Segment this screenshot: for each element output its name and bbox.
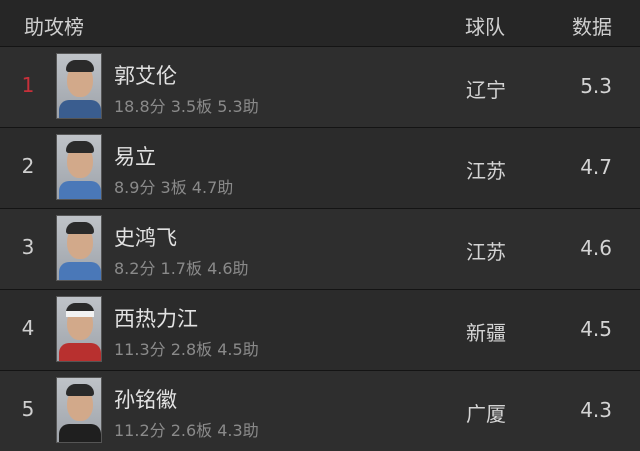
player-avatar [56, 296, 102, 362]
player-name: 郭艾伦 [114, 64, 177, 88]
rank-number: 2 [21, 154, 35, 178]
player-stats: 8.9分 3板 4.7助 [114, 178, 234, 197]
hair-shape [66, 222, 94, 234]
player-stats: 18.8分 3.5板 5.3助 [114, 97, 259, 116]
player-team: 广厦 [466, 402, 506, 426]
player-row-3[interactable]: 3 史鸿飞 8.2分 1.7板 4.6助 江苏 4.6 [0, 208, 640, 289]
player-row-4[interactable]: 4 西热力江 11.3分 2.8板 4.5助 新疆 4.5 [0, 289, 640, 370]
player-row-5[interactable]: 5 孙铭徽 11.2分 2.6板 4.3助 广厦 4.3 [0, 370, 640, 451]
jersey-shape [59, 343, 101, 361]
player-avatar [56, 377, 102, 443]
hair-shape [66, 384, 94, 396]
player-stats: 8.2分 1.7板 4.6助 [114, 259, 249, 278]
player-name: 史鸿飞 [114, 226, 177, 250]
jersey-shape [59, 181, 101, 199]
rank-number: 4 [21, 316, 35, 340]
player-row-2[interactable]: 2 易立 8.9分 3板 4.7助 江苏 4.7 [0, 127, 640, 208]
hair-shape [66, 60, 94, 72]
jersey-shape [59, 262, 101, 280]
rank-number: 1 [21, 73, 35, 97]
assist-value: 4.5 [580, 317, 612, 341]
player-team: 新疆 [466, 321, 506, 345]
leaderboard-title: 助攻榜 [24, 15, 84, 39]
assist-value: 4.3 [580, 398, 612, 422]
player-team: 江苏 [466, 159, 506, 183]
player-avatar [56, 215, 102, 281]
rank-number: 5 [21, 397, 35, 421]
assist-leaderboard: 助攻榜 球队 数据 1 郭艾伦 18.8分 3.5板 5.3助 辽宁 5.3 2… [0, 0, 640, 451]
jersey-shape [59, 424, 101, 442]
jersey-shape [59, 100, 101, 118]
team-column-header: 球队 [465, 15, 505, 39]
leaderboard-list: 1 郭艾伦 18.8分 3.5板 5.3助 辽宁 5.3 2 易立 8.9分 3… [0, 46, 640, 451]
player-name: 孙铭徽 [114, 388, 177, 412]
player-stats: 11.2分 2.6板 4.3助 [114, 421, 259, 440]
headband-shape [66, 311, 94, 317]
player-row-1[interactable]: 1 郭艾伦 18.8分 3.5板 5.3助 辽宁 5.3 [0, 46, 640, 127]
player-name: 易立 [114, 145, 156, 169]
value-column-header: 数据 [572, 15, 612, 39]
player-avatar [56, 134, 102, 200]
player-team: 江苏 [466, 240, 506, 264]
player-team: 辽宁 [466, 78, 506, 102]
player-stats: 11.3分 2.8板 4.5助 [114, 340, 259, 359]
assist-value: 4.6 [580, 236, 612, 260]
player-name: 西热力江 [114, 307, 198, 331]
rank-number: 3 [21, 235, 35, 259]
assist-value: 5.3 [580, 74, 612, 98]
assist-value: 4.7 [580, 155, 612, 179]
player-avatar [56, 53, 102, 119]
hair-shape [66, 141, 94, 153]
leaderboard-header: 助攻榜 球队 数据 [0, 0, 640, 46]
